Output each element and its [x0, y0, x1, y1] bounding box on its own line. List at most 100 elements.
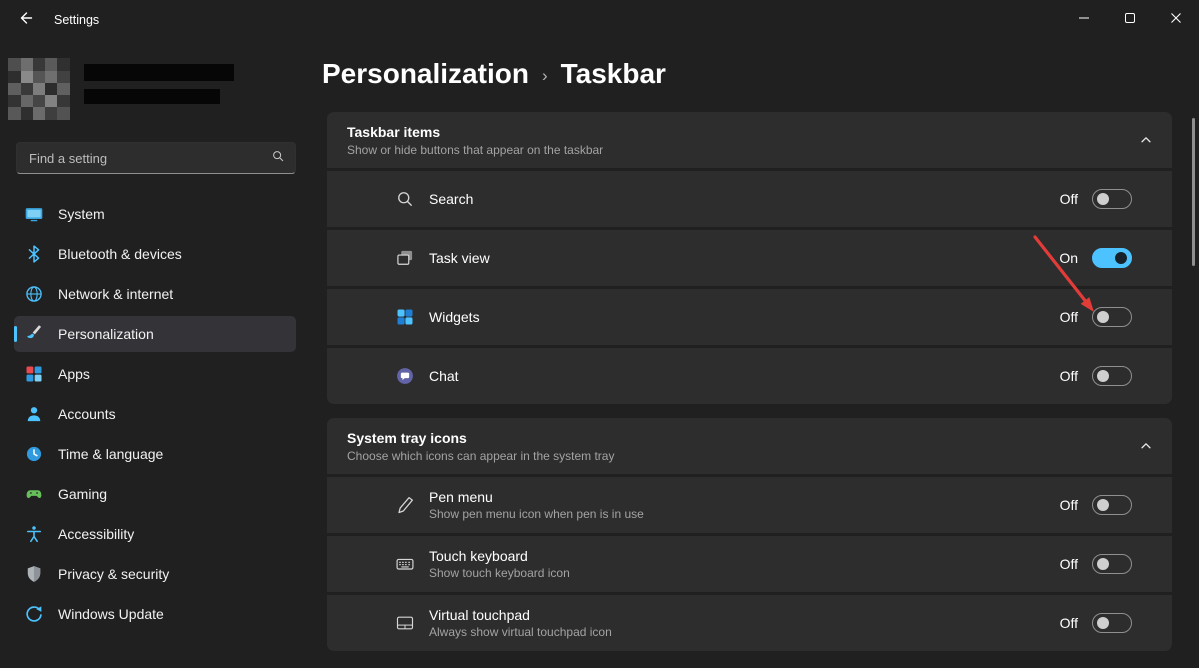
setting-text: Widgets — [429, 309, 1054, 325]
setting-label: Virtual touchpad — [429, 607, 1054, 623]
setting-row-touch-keyboard: Touch keyboard Show touch keyboard icon … — [327, 536, 1172, 592]
toggle-knob — [1097, 617, 1109, 629]
sidebar-item-windows-update[interactable]: Windows Update — [14, 596, 296, 632]
toggle-state-label: On — [1054, 250, 1078, 266]
network-internet-icon — [24, 284, 44, 304]
section-header-taskbar-items[interactable]: Taskbar items Show or hide buttons that … — [327, 112, 1172, 168]
breadcrumb: Personalization › Taskbar — [310, 40, 1199, 90]
section-subtitle: Show or hide buttons that appear on the … — [347, 143, 1138, 157]
setting-text: Virtual touchpad Always show virtual tou… — [429, 607, 1054, 639]
section-header-text: System tray icons Choose which icons can… — [347, 430, 1138, 463]
redacted-user-name — [84, 64, 234, 81]
section-system-tray-icons: System tray icons Choose which icons can… — [327, 418, 1172, 651]
sidebar-item-time-language[interactable]: Time & language — [14, 436, 296, 472]
task-view-icon — [395, 248, 415, 268]
chevron-up-icon[interactable] — [1138, 438, 1154, 454]
gaming-icon — [24, 484, 44, 504]
toggle-state-label: Off — [1054, 368, 1078, 384]
setting-label: Pen menu — [429, 489, 1054, 505]
breadcrumb-personalization[interactable]: Personalization — [322, 58, 529, 90]
system-icon — [24, 204, 44, 224]
accounts-icon — [24, 404, 44, 424]
setting-row-pen-menu: Pen menu Show pen menu icon when pen is … — [327, 477, 1172, 533]
page-title: Taskbar — [561, 58, 666, 90]
setting-label: Task view — [429, 250, 1054, 266]
minimize-button[interactable] — [1061, 0, 1107, 40]
section-title: System tray icons — [347, 430, 1138, 446]
pen-icon — [395, 495, 415, 515]
close-button[interactable] — [1153, 0, 1199, 40]
setting-controls: Off — [1054, 189, 1132, 209]
sidebar-item-label: Accessibility — [58, 526, 134, 542]
section-header-system-tray-icons[interactable]: System tray icons Choose which icons can… — [327, 418, 1172, 474]
setting-controls: Off — [1054, 613, 1132, 633]
chat-toggle[interactable] — [1092, 366, 1132, 386]
window-title: Settings — [54, 13, 99, 27]
sidebar-item-network-internet[interactable]: Network & internet — [14, 276, 296, 312]
setting-row-task-view: Task view On — [327, 230, 1172, 286]
section-header-text: Taskbar items Show or hide buttons that … — [347, 124, 1138, 157]
touch-keyboard-toggle[interactable] — [1092, 554, 1132, 574]
sidebar-item-accounts[interactable]: Accounts — [14, 396, 296, 432]
sidebar-item-label: Time & language — [58, 446, 163, 462]
sidebar-item-bluetooth-devices[interactable]: Bluetooth & devices — [14, 236, 296, 272]
back-arrow-icon — [18, 10, 34, 31]
sidebar-item-apps[interactable]: Apps — [14, 356, 296, 392]
toggle-state-label: Off — [1054, 615, 1078, 631]
toggle-state-label: Off — [1054, 309, 1078, 325]
setting-description: Show pen menu icon when pen is in use — [429, 507, 1054, 521]
back-button[interactable] — [6, 3, 46, 37]
pen-menu-toggle[interactable] — [1092, 495, 1132, 515]
sidebar-item-accessibility[interactable]: Accessibility — [14, 516, 296, 552]
search-icon — [395, 189, 415, 209]
sidebar-item-label: Privacy & security — [58, 566, 169, 582]
widgets-icon — [395, 307, 415, 327]
user-profile[interactable] — [8, 58, 298, 122]
breadcrumb-separator: › — [542, 66, 548, 86]
bluetooth-icon — [24, 244, 44, 264]
windows-update-icon — [24, 604, 44, 624]
sidebar-item-gaming[interactable]: Gaming — [14, 476, 296, 512]
settings-window: Settings — [0, 0, 1199, 668]
setting-controls: Off — [1054, 554, 1132, 574]
avatar — [8, 58, 70, 120]
sidebar-item-privacy-security[interactable]: Privacy & security — [14, 556, 296, 592]
virtual-touchpad-toggle[interactable] — [1092, 613, 1132, 633]
sidebar-item-personalization[interactable]: Personalization — [14, 316, 296, 352]
settings-search[interactable] — [16, 142, 296, 174]
sidebar-item-label: Network & internet — [58, 286, 173, 302]
sidebar-item-system[interactable]: System — [14, 196, 296, 232]
scrollbar-thumb[interactable] — [1192, 118, 1195, 266]
sidebar-item-label: Bluetooth & devices — [58, 246, 182, 262]
setting-label: Search — [429, 191, 1054, 207]
setting-controls: On — [1054, 248, 1132, 268]
task-view-toggle[interactable] — [1092, 248, 1132, 268]
sidebar-item-label: Windows Update — [58, 606, 164, 622]
privacy-security-icon — [24, 564, 44, 584]
toggle-knob — [1115, 252, 1127, 264]
main-content: Personalization › Taskbar Taskbar items … — [310, 40, 1199, 668]
sidebar: System Bluetooth & devices Network & int… — [0, 40, 310, 668]
touch-keyboard-icon — [395, 554, 415, 574]
search-input[interactable] — [29, 151, 271, 166]
sidebar-item-label: Apps — [58, 366, 90, 382]
toggle-knob — [1097, 499, 1109, 511]
window-controls — [1061, 0, 1199, 40]
toggle-state-label: Off — [1054, 497, 1078, 513]
redacted-user-email — [84, 89, 220, 104]
settings-cards: Taskbar items Show or hide buttons that … — [327, 112, 1172, 651]
toggle-state-label: Off — [1054, 191, 1078, 207]
titlebar: Settings — [0, 0, 1199, 40]
widgets-toggle[interactable] — [1092, 307, 1132, 327]
sidebar-item-label: Personalization — [58, 326, 154, 342]
chat-icon — [395, 366, 415, 386]
setting-row-search: Search Off — [327, 171, 1172, 227]
setting-text: Task view — [429, 250, 1054, 266]
search-toggle[interactable] — [1092, 189, 1132, 209]
setting-row-chat: Chat Off — [327, 348, 1172, 404]
setting-description: Show touch keyboard icon — [429, 566, 1054, 580]
chevron-up-icon[interactable] — [1138, 132, 1154, 148]
maximize-button[interactable] — [1107, 0, 1153, 40]
setting-label: Touch keyboard — [429, 548, 1054, 564]
setting-label: Chat — [429, 368, 1054, 384]
